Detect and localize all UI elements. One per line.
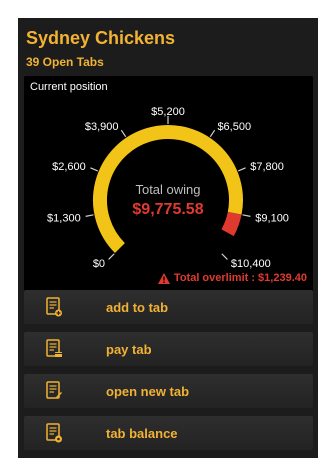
open-new-tab-button[interactable]: open new tab	[24, 374, 313, 408]
venue-title: Sydney Chickens	[26, 28, 176, 48]
tab-balance-label: tab balance	[106, 425, 178, 441]
open-tabs-count: 39 Open Tabs	[26, 55, 104, 69]
gauge-center-title: Total owing	[135, 182, 200, 197]
gauge-tick-mark	[90, 167, 99, 172]
gauge-tick-mark	[242, 214, 251, 217]
gauge-tick-mark	[120, 129, 127, 138]
gauge-tick-label: $0	[93, 258, 105, 270]
gauge-tick-label: $6,500	[217, 121, 251, 133]
gauge-tick-label: $9,100	[255, 212, 289, 224]
pay-document-icon	[46, 339, 62, 357]
edit-document-icon	[46, 381, 62, 399]
gauge-arc-overlimit	[221, 211, 242, 237]
gauge-tick-label: $3,900	[85, 121, 119, 133]
gauge-tick-mark	[209, 129, 216, 138]
warning-triangle-icon	[157, 272, 170, 284]
tab-balance-button[interactable]: tab balance	[24, 416, 313, 450]
gauge-tick-label: $5,200	[151, 106, 185, 118]
gauge-center-value: $9,775.58	[132, 201, 203, 218]
open-new-tab-label: open new tab	[106, 383, 190, 399]
gauge-tick-label: $2,600	[52, 161, 86, 173]
app-screen: Sydney Chickens 39 Open Tabs Current pos…	[18, 18, 318, 458]
overlimit-notice: Total overlimit : $1,239.40	[157, 272, 307, 284]
gauge-tick-mark	[221, 253, 228, 260]
pay-tab-button[interactable]: pay tab	[24, 332, 313, 366]
action-menu: add to tab pay tab open new tab tab bala…	[24, 290, 313, 458]
add-to-tab-label: add to tab	[106, 299, 169, 315]
owing-gauge: $0 $1,300 $2,600 $3,900 $5,200 $6,500 $7,800 $9…	[47, 106, 289, 270]
balance-document-icon	[46, 423, 62, 443]
gauge-tick-mark	[237, 167, 246, 172]
gauge-tick-label: $7,800	[250, 161, 284, 173]
add-document-icon	[46, 297, 62, 317]
gauge-tick-mark	[108, 253, 115, 260]
add-to-tab-button[interactable]: add to tab	[24, 290, 313, 324]
current-position-panel: Current position $0 $1,300 $2,600 $3,900 $5,…	[24, 76, 313, 294]
overlimit-text: Total overlimit : $1,239.40	[173, 272, 307, 284]
gauge-tick-label: $10,400	[231, 258, 271, 270]
gauge-tick-mark	[85, 214, 94, 217]
gauge-tick-label: $1,300	[47, 212, 81, 224]
pay-tab-label: pay tab	[106, 341, 152, 357]
